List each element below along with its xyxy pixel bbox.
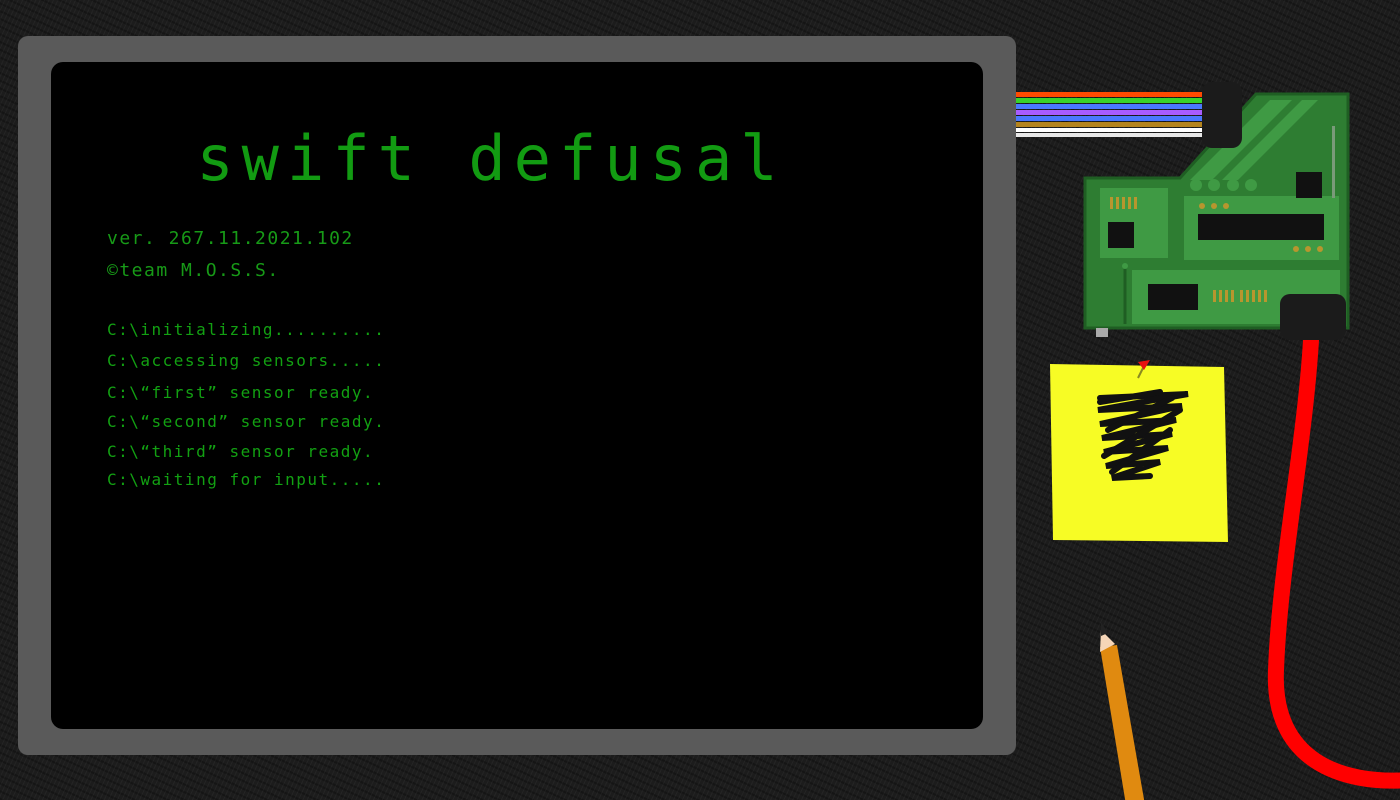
red-cable-icon — [1267, 312, 1400, 789]
pencil-icon — [1100, 622, 1145, 800]
ribbon-cable-icon — [1016, 92, 1206, 137]
sticky-note-icon — [1050, 364, 1228, 542]
cable-plug-icon — [1280, 294, 1346, 340]
desk-decor — [1016, 82, 1400, 800]
ribbon-connector-icon — [1202, 82, 1242, 148]
